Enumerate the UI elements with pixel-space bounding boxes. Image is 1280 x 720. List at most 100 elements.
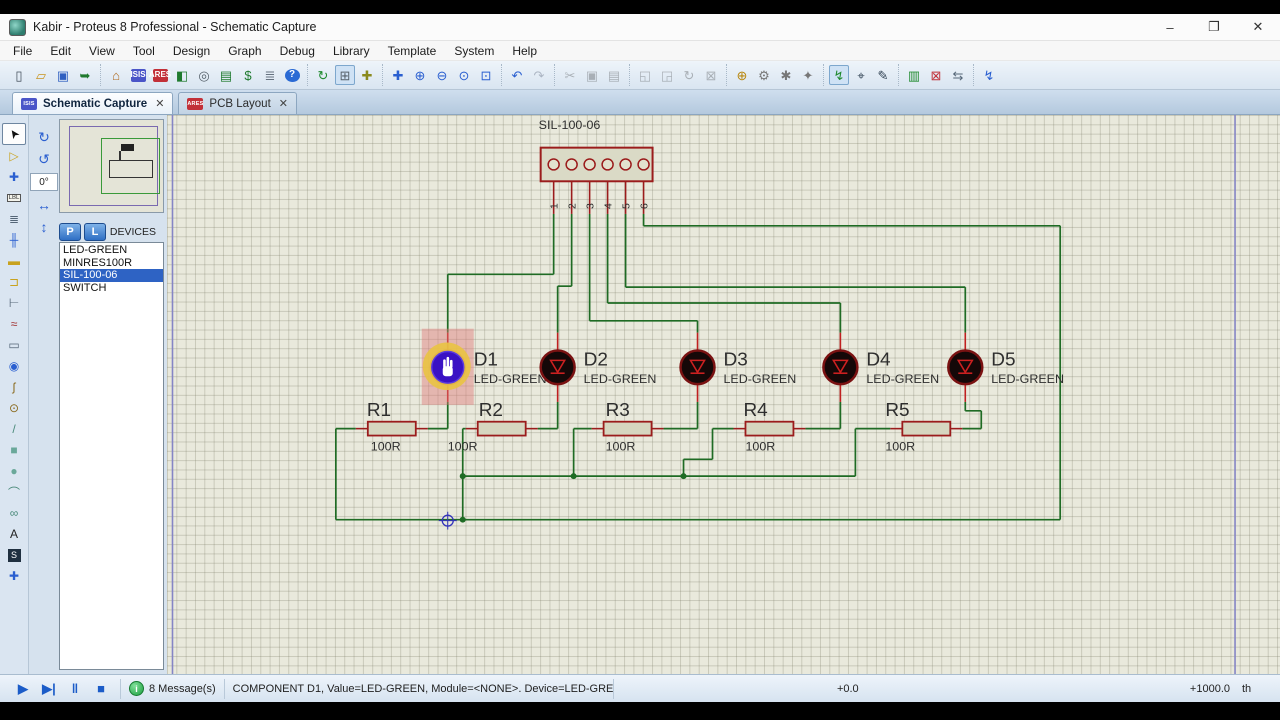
subcircuit-mode[interactable]: ▬ [3, 251, 25, 271]
device-item[interactable]: MINRES100R [60, 257, 163, 270]
overview-thumbnail[interactable] [59, 119, 164, 213]
save-project-icon[interactable]: ▣ [53, 65, 73, 85]
step-button[interactable]: ▶| [36, 679, 62, 699]
junction-dot-mode[interactable]: ✚ [3, 167, 25, 187]
packaging-tool-icon[interactable]: ✱ [776, 65, 796, 85]
menu-design[interactable]: Design [164, 43, 219, 59]
mirror-horizontal-button[interactable]: ↔ [33, 195, 55, 215]
resistor-body-R2[interactable] [476, 420, 527, 437]
zoom-area-icon[interactable]: ⊡ [476, 65, 496, 85]
device-list[interactable]: LED-GREEN MINRES100R SIL-100-06 SWITCH [59, 242, 164, 670]
zoom-in-icon[interactable]: ⊕ [410, 65, 430, 85]
menu-graph[interactable]: Graph [219, 43, 270, 59]
menu-template[interactable]: Template [379, 43, 446, 59]
property-assignment-tool-icon[interactable]: ✎ [873, 65, 893, 85]
resistor-body-R4[interactable] [744, 420, 795, 437]
resistor-body-R3[interactable] [602, 420, 653, 437]
text-2d-mode[interactable]: A [3, 524, 25, 544]
led-body-D3[interactable] [679, 349, 716, 386]
redraw-display-icon[interactable]: ↻ [313, 65, 333, 85]
goto-sheet-icon[interactable]: ⇆ [948, 65, 968, 85]
zoom-all-icon[interactable]: ⊙ [454, 65, 474, 85]
device-pin-mode[interactable]: ⊢ [3, 293, 25, 313]
bus-mode[interactable]: ╫ [3, 230, 25, 250]
resistor-body-R5[interactable] [901, 420, 952, 437]
pan-view-icon[interactable]: ✚ [388, 65, 408, 85]
symbol-2d-mode[interactable]: S [3, 545, 25, 565]
close-button[interactable]: ✕ [1236, 14, 1280, 40]
tab-schematic-capture[interactable]: ISIS Schematic Capture ✕ [12, 92, 174, 114]
pick-parts-icon[interactable]: ⊕ [732, 65, 752, 85]
rotate-ccw-button[interactable]: ↺ [33, 149, 55, 169]
generate-netlist-icon[interactable]: ↯ [979, 65, 999, 85]
current-probe-mode[interactable]: ⊙ [3, 398, 25, 418]
schematic-drawing[interactable]: 1 2 3 4 5 6 SIL-100-06 R1 100R R2 100R R3 100R R4 100R… [167, 115, 1280, 674]
false-origin-icon[interactable]: ✚ [357, 65, 377, 85]
generator-mode[interactable]: ◉ [3, 356, 25, 376]
voltage-probe-mode[interactable]: ʃ [3, 377, 25, 397]
connector-pin-pad[interactable] [601, 158, 614, 171]
remove-sheet-icon[interactable]: ⊠ [926, 65, 946, 85]
led-body-D5[interactable] [947, 349, 984, 386]
decompose-icon[interactable]: ✦ [798, 65, 818, 85]
device-item[interactable]: SWITCH [60, 282, 163, 295]
library-button[interactable]: L [84, 222, 106, 241]
device-item[interactable]: LED-GREEN [60, 244, 163, 257]
open-project-icon[interactable]: ▱ [31, 65, 51, 85]
new-sheet-icon[interactable]: ▥ [904, 65, 924, 85]
menu-system[interactable]: System [445, 43, 503, 59]
rotate-cw-button[interactable]: ↻ [33, 127, 55, 147]
tab-close-icon[interactable]: ✕ [279, 97, 288, 110]
new-project-icon[interactable]: ▯ [9, 65, 29, 85]
schematic-capture-button-icon[interactable]: ISIS [128, 65, 148, 85]
wire-autorouter-icon[interactable]: ↯ [829, 65, 849, 85]
menu-library[interactable]: Library [324, 43, 379, 59]
connector-pin-pad[interactable] [637, 158, 650, 171]
help-button-icon[interactable]: ? [282, 65, 302, 85]
restore-button[interactable]: ❐ [1192, 14, 1236, 40]
tab-pcb-layout[interactable]: ARES PCB Layout ✕ [178, 92, 297, 114]
marker-2d-mode[interactable]: ✚ [3, 566, 25, 586]
stop-button[interactable]: ■ [88, 679, 114, 699]
text-script-mode[interactable]: ≣ [3, 209, 25, 229]
pick-device-button[interactable]: P [59, 222, 81, 241]
make-device-icon[interactable]: ⚙ [754, 65, 774, 85]
connector-pin-pad[interactable] [583, 158, 596, 171]
menu-tool[interactable]: Tool [124, 43, 164, 59]
resistor-body-R1[interactable] [366, 420, 417, 437]
box-2d-mode[interactable]: ■ [3, 440, 25, 460]
library-browser-icon[interactable]: ▤ [216, 65, 236, 85]
graph-mode[interactable]: ≈ [3, 314, 25, 334]
mirror-vertical-button[interactable]: ↕ [33, 217, 55, 237]
message-count-panel[interactable]: i 8 Message(s) [121, 678, 225, 699]
3d-viewer-icon[interactable]: ◧ [172, 65, 192, 85]
led-body-D2[interactable] [539, 349, 576, 386]
circle-2d-mode[interactable]: ● [3, 461, 25, 481]
toggle-grid-icon[interactable]: ⊞ [335, 65, 355, 85]
menu-edit[interactable]: Edit [41, 43, 80, 59]
connector-pin-pad[interactable] [547, 158, 560, 171]
zoom-out-icon[interactable]: ⊖ [432, 65, 452, 85]
path-2d-mode[interactable]: ∞ [3, 503, 25, 523]
search-and-tag-icon[interactable]: ⌖ [851, 65, 871, 85]
menu-file[interactable]: File [4, 43, 41, 59]
bill-of-materials-icon[interactable]: $ [238, 65, 258, 85]
connector-pin-pad[interactable] [565, 158, 578, 171]
device-item[interactable]: SIL-100-06 [60, 269, 163, 282]
led-body-D4[interactable] [822, 349, 859, 386]
pause-button[interactable]: ‖ [62, 679, 88, 699]
menu-debug[interactable]: Debug [271, 43, 324, 59]
design-explorer-icon[interactable]: ◎ [194, 65, 214, 85]
home-page-icon[interactable]: ⌂ [106, 65, 126, 85]
tab-close-icon[interactable]: ✕ [155, 97, 164, 110]
component-mode[interactable]: ▷ [3, 146, 25, 166]
terminal-mode[interactable]: ⊐ [3, 272, 25, 292]
menu-help[interactable]: Help [503, 43, 546, 59]
pcb-layout-button-icon[interactable]: ARES [149, 65, 171, 85]
selection-mode[interactable]: ➤ [2, 123, 26, 145]
schematic-canvas[interactable]: 1 2 3 4 5 6 SIL-100-06 R1 100R R2 100R R3 100R R4 100R… [167, 115, 1280, 674]
undo-button-icon[interactable]: ↶ [507, 65, 527, 85]
electrical-rule-check-icon[interactable]: ≣ [260, 65, 280, 85]
wire-label-mode[interactable]: LBL [3, 188, 25, 208]
play-button[interactable]: ▶ [10, 679, 36, 699]
